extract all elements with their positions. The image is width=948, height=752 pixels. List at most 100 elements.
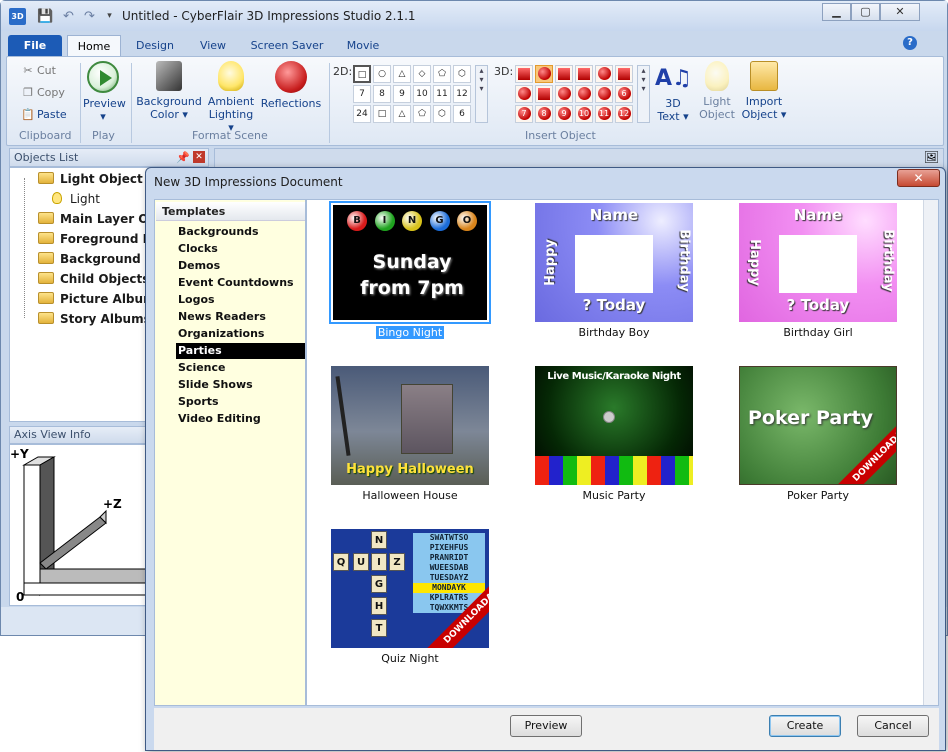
reflections-button[interactable]: Reflections (259, 61, 323, 110)
shape-3d-item[interactable]: 11 (595, 105, 613, 123)
template-caption[interactable]: Birthday Girl (728, 326, 908, 339)
tree-item[interactable]: Background Lay (38, 250, 150, 268)
shape-3d-item[interactable]: 8 (535, 105, 553, 123)
create-button[interactable]: Create (769, 715, 841, 737)
tree-item[interactable]: Story Albums (38, 310, 150, 328)
shape-3d-item[interactable] (595, 65, 613, 83)
tree-item[interactable]: Light Object (38, 170, 143, 188)
close-panel-icon[interactable]: ✕ (193, 151, 205, 163)
category-item[interactable]: Demos (176, 258, 305, 274)
shape-3d-item[interactable] (595, 85, 613, 103)
pin-icon[interactable]: 📌 (176, 149, 190, 166)
template-caption[interactable]: Birthday Boy (524, 326, 704, 339)
undo-icon[interactable]: ↶ (60, 8, 77, 25)
template-thumb-bingo-night[interactable]: BINGO Sunday from 7pm (329, 201, 491, 324)
tree-item[interactable]: Main Layer Obje (38, 210, 150, 228)
template-caption[interactable]: Bingo Night (320, 326, 500, 339)
tab-movie[interactable]: Movie (337, 35, 389, 56)
redo-icon[interactable]: ↷ (81, 8, 98, 25)
shape-3d-item[interactable] (535, 65, 553, 83)
shape-2d-item[interactable]: 6 (453, 105, 471, 123)
shape-3d-item[interactable] (535, 85, 553, 103)
shape-2d-item[interactable]: 24 (353, 105, 371, 123)
shape-3d-item[interactable] (555, 85, 573, 103)
template-caption[interactable]: Quiz Night (320, 652, 500, 665)
shape-2d-item[interactable]: ⬡ (433, 105, 451, 123)
cancel-button[interactable]: Cancel (857, 715, 929, 737)
shape-2d-item[interactable]: ⬠ (433, 65, 451, 83)
shape-3d-item[interactable] (575, 65, 593, 83)
tree-item[interactable]: Foreground Lay (38, 230, 150, 248)
shape-2d-item[interactable]: 12 (453, 85, 471, 103)
import-object-button[interactable]: Import Object ▾ (741, 61, 787, 121)
tab-screen-saver[interactable]: Screen Saver (247, 35, 327, 56)
tab-design[interactable]: Design (129, 35, 181, 56)
category-item[interactable]: Organizations (176, 326, 305, 342)
tab-home[interactable]: Home (67, 35, 121, 56)
shape-3d-item[interactable] (515, 85, 533, 103)
background-color-button[interactable]: Background Color ▾ (135, 61, 203, 121)
tree-item[interactable]: Child Objects (38, 270, 149, 288)
3d-text-button[interactable]: A♫ 3D Text ▾ (655, 61, 692, 123)
close-window-button[interactable]: ✕ (880, 3, 920, 21)
help-icon[interactable]: ? (903, 36, 917, 50)
template-thumb-music-party[interactable]: Live Music/Karaoke Night (535, 366, 693, 485)
light-object-button[interactable]: Light Object (697, 61, 737, 121)
app-logo-icon[interactable]: 3D (9, 8, 26, 25)
shape-2d-item[interactable]: 8 (373, 85, 391, 103)
template-caption[interactable]: Halloween House (320, 489, 500, 502)
category-item[interactable]: Logos (176, 292, 305, 308)
shape-3d-item[interactable] (575, 85, 593, 103)
shapes-3d-scroll[interactable]: ▴ ▾ ▾ (637, 65, 650, 123)
category-item[interactable]: Clocks (176, 241, 305, 257)
category-item[interactable]: Event Countdowns (176, 275, 305, 291)
save-icon[interactable]: 💾 (37, 8, 54, 25)
template-thumb-birthday-girl[interactable]: Name Happy Birthday ? Today (739, 203, 897, 322)
scene-icon[interactable]: 🖼 (924, 150, 939, 164)
preview-template-button[interactable]: Preview (510, 715, 582, 737)
template-caption[interactable]: Poker Party (728, 489, 908, 502)
shape-2d-item[interactable]: ○ (373, 65, 391, 83)
paste-button[interactable]: 📋 Paste (21, 105, 67, 125)
preview-button[interactable]: Preview ▾ (83, 61, 126, 123)
shape-2d-item[interactable]: △ (393, 105, 411, 123)
tree-item[interactable]: Light (52, 190, 100, 208)
tree-item[interactable]: Picture Albums (38, 290, 150, 308)
dialog-close-button[interactable]: ✕ (897, 169, 940, 187)
shape-3d-item[interactable]: 9 (555, 105, 573, 123)
shape-2d-item[interactable]: ⬡ (453, 65, 471, 83)
template-caption[interactable]: Music Party (524, 489, 704, 502)
shape-2d-item[interactable]: □ (373, 105, 391, 123)
shape-2d-item[interactable]: □ (353, 65, 371, 83)
category-item[interactable]: News Readers (176, 309, 305, 325)
template-thumb-halloween-house[interactable]: Happy Halloween (331, 366, 489, 485)
customize-toolbar-icon[interactable]: ▾ (101, 8, 118, 25)
gallery-scrollbar[interactable] (923, 200, 938, 705)
shape-3d-item[interactable] (615, 65, 633, 83)
copy-button[interactable]: ❐ Copy (21, 83, 65, 103)
template-thumb-poker-party[interactable]: Poker Party DOWNLOADABLE (739, 366, 897, 485)
tab-file[interactable]: File (8, 35, 62, 56)
category-item[interactable]: Backgrounds (176, 224, 305, 240)
shape-2d-item[interactable]: 7 (353, 85, 371, 103)
template-thumb-quiz-night[interactable]: N QUIZGHT SWATWTSO PIXEHFUS PRANRIDT WUEESDA… (331, 529, 489, 648)
shape-3d-item[interactable]: 12 (615, 105, 633, 123)
tab-view[interactable]: View (191, 35, 235, 56)
maximize-button[interactable]: ▢ (851, 3, 880, 21)
minimize-button[interactable]: ▁ (822, 3, 851, 21)
cut-button[interactable]: ✂ Cut (21, 61, 56, 81)
template-thumb-birthday-boy[interactable]: Name Happy Birthday ? Today (535, 203, 693, 322)
category-item[interactable]: Video Editing (176, 411, 305, 427)
category-item[interactable]: Slide Shows (176, 377, 305, 393)
ambient-lighting-button[interactable]: Ambient Lighting ▾ (206, 61, 256, 134)
shapes-2d-scroll[interactable]: ▴ ▾ ▾ (475, 65, 488, 123)
shape-2d-item[interactable]: △ (393, 65, 411, 83)
shape-2d-item[interactable]: 11 (433, 85, 451, 103)
shape-2d-item[interactable]: ⬠ (413, 105, 431, 123)
shape-3d-item[interactable] (555, 65, 573, 83)
category-item[interactable]: Sports (176, 394, 305, 410)
shape-3d-item[interactable]: 7 (515, 105, 533, 123)
shape-2d-item[interactable]: ◇ (413, 65, 431, 83)
shape-2d-item[interactable]: 10 (413, 85, 431, 103)
category-item[interactable]: Science (176, 360, 305, 376)
